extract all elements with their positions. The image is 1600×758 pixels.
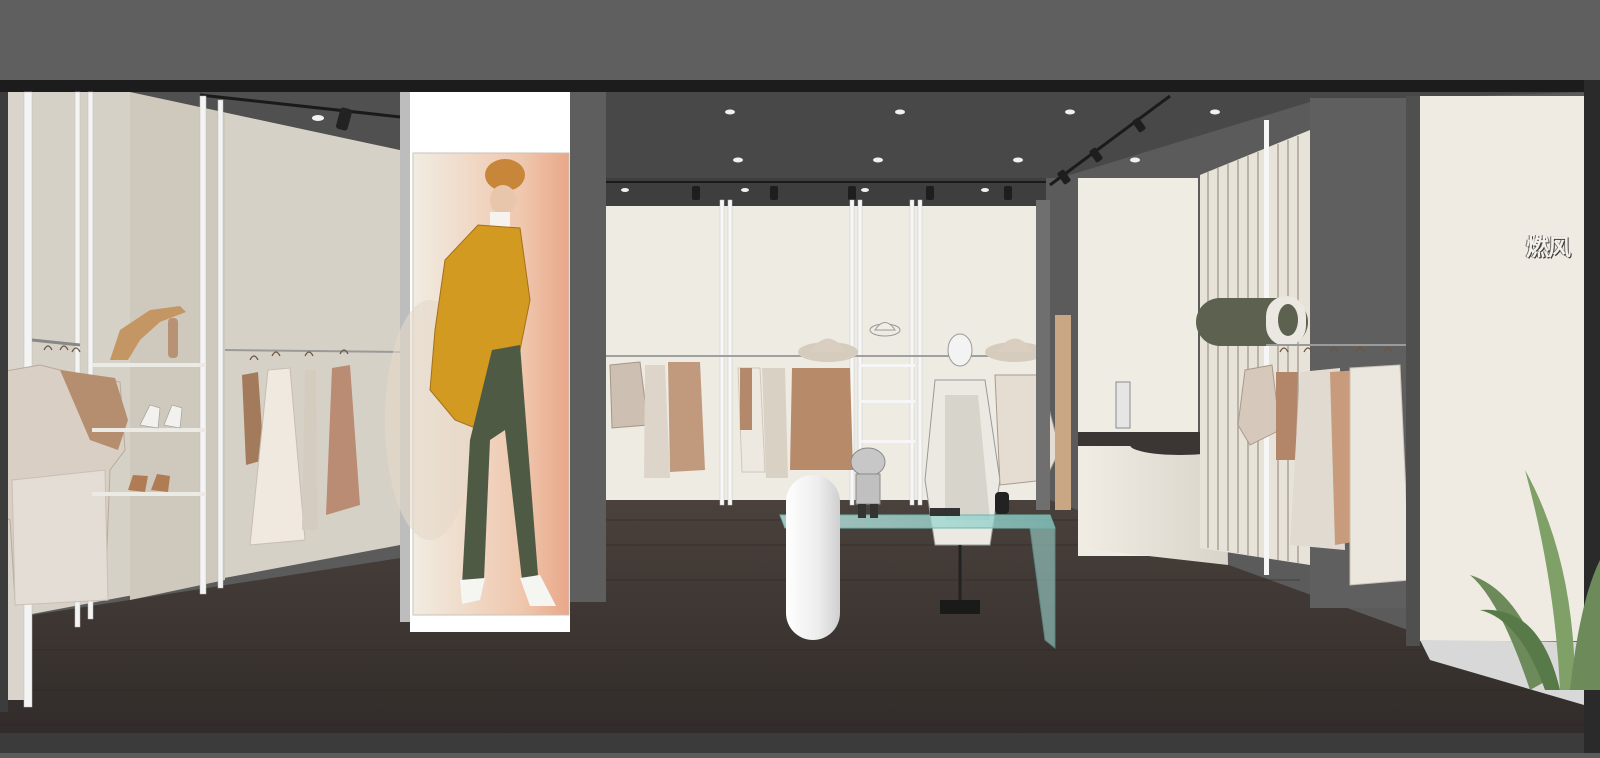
floor-edge bbox=[0, 733, 1600, 753]
right-divider bbox=[1036, 200, 1050, 510]
store-interior-render: 燃风 bbox=[0, 0, 1600, 753]
white-pillar-display bbox=[786, 475, 840, 640]
ceiling-downlight-icon bbox=[312, 115, 324, 121]
upper-ceiling bbox=[0, 0, 1600, 80]
left-frame bbox=[0, 92, 8, 712]
spotlight-icon bbox=[1004, 186, 1012, 200]
column-side bbox=[570, 92, 606, 602]
monitor-icon bbox=[1115, 381, 1131, 429]
downlight-icon bbox=[1210, 109, 1220, 115]
right-pole bbox=[1264, 120, 1269, 575]
store-scene-svg bbox=[0, 0, 1600, 753]
spotlight-icon bbox=[926, 186, 934, 200]
downlight-icon bbox=[1065, 109, 1075, 115]
downlight-icon bbox=[895, 109, 905, 115]
spotlight-icon bbox=[692, 186, 700, 200]
capsule-sign bbox=[1196, 296, 1308, 346]
wood-strip bbox=[1055, 315, 1071, 510]
spotlight-icon bbox=[848, 186, 856, 200]
right-wall-frame bbox=[1406, 96, 1420, 646]
brand-sign-text: 燃风 bbox=[1526, 235, 1571, 261]
spotlight-icon bbox=[770, 186, 778, 200]
downlight-icon bbox=[725, 109, 735, 115]
fascia-beam bbox=[0, 80, 1600, 92]
